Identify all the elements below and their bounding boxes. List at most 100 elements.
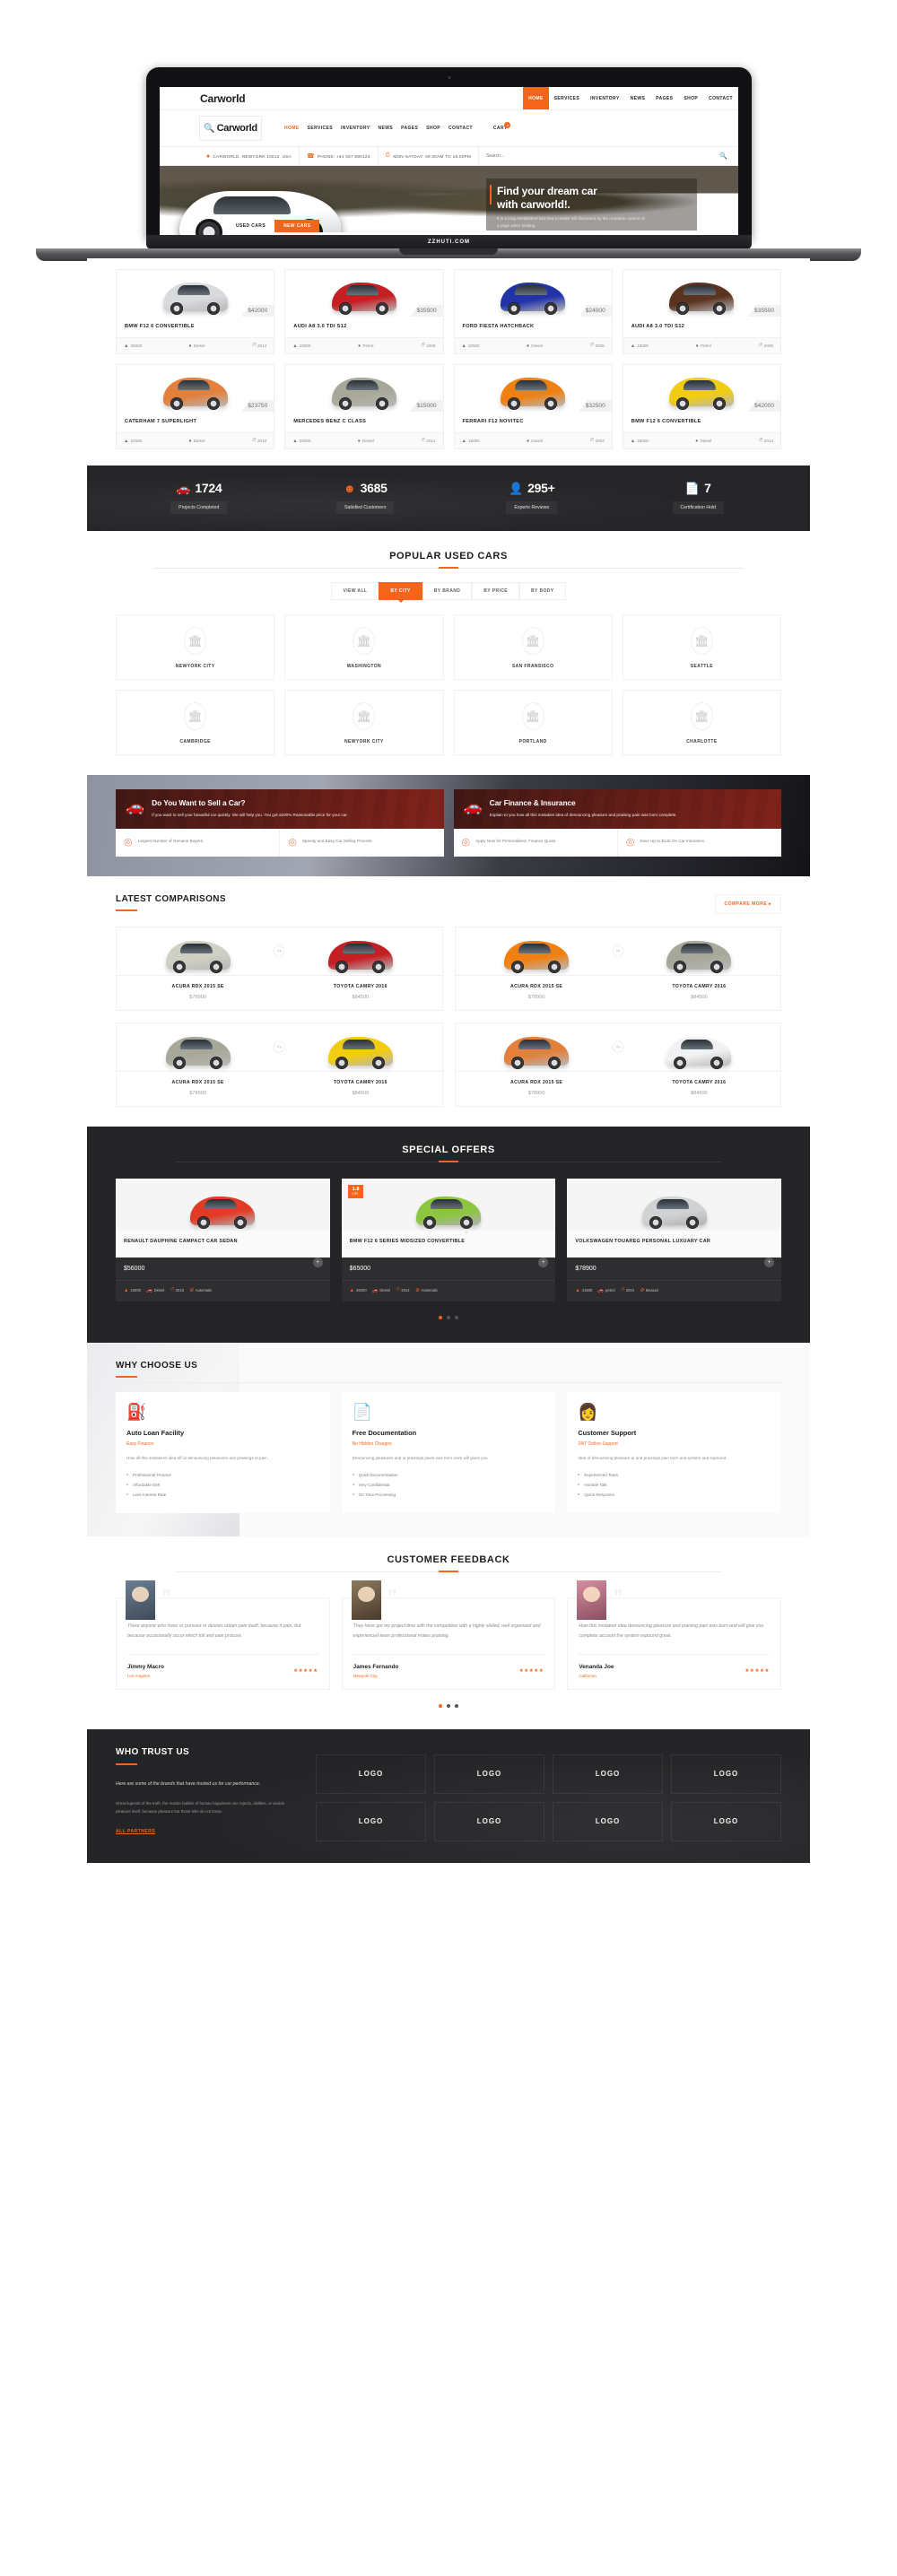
- comparison-card[interactable]: ACURA RDX 2015 SE $78900 Vs TOYOTA CAMRY…: [454, 1023, 781, 1108]
- offer-card[interactable]: RENAULT DAUPHINE CAMPACT CAR SEDAN + $56…: [116, 1179, 330, 1302]
- partner-logo[interactable]: LOGO: [316, 1801, 426, 1841]
- top-nav-item-news[interactable]: NEWS: [625, 87, 651, 109]
- offers-carousel-dots[interactable]: [116, 1316, 781, 1320]
- filter-by-city[interactable]: BY CITY: [379, 582, 422, 600]
- car-card[interactable]: $35500 AUDI A8 3.0 TDI S12 ▲ 18000 ● Petro…: [622, 269, 781, 354]
- filter-by-brand[interactable]: BY BRAND: [422, 582, 473, 600]
- calendar-icon: ⏱: [758, 343, 762, 348]
- wheel-front: [338, 397, 352, 410]
- search-icon[interactable]: 🔍: [719, 152, 727, 160]
- why-card-list: Experienced Team Humble Talk Quick Respons…: [578, 1470, 771, 1500]
- search-tabs[interactable]: USED CARS NEW CARS: [227, 220, 599, 232]
- header-search[interactable]: 🔍: [479, 147, 738, 165]
- offer-meta: ▲ 26000 🚗 Diesel ⏱ 2014 ⚙ Automatic: [342, 1281, 556, 1301]
- offer-card[interactable]: VOLKSWAGEN TOUAREG PERSONAL LUXUARY CAR …: [567, 1179, 781, 1302]
- car-year: ⏱ 2014: [420, 438, 436, 443]
- top-nav[interactable]: HOME SERVICES INVENTORY NEWS PAGES SHOP …: [523, 87, 738, 109]
- offer-title: RENAULT DAUPHINE CAMPACT CAR SEDAN: [116, 1231, 330, 1258]
- popular-filters[interactable]: VIEW ALL BY CITY BY BRAND BY PRICE BY BO…: [87, 582, 810, 600]
- compare-more-button[interactable]: COMPARE MORE ▸: [714, 894, 781, 915]
- popular-header: POPULAR USED CARS: [87, 531, 810, 569]
- car-card[interactable]: $42000 BMW F12 6 CONVERTIBLE ▲ 26000 ● Die…: [116, 269, 275, 354]
- partner-logo[interactable]: LOGO: [671, 1801, 781, 1841]
- site-logo[interactable]: 🔍 Carworld: [199, 116, 262, 141]
- car-card[interactable]: $24000 FORD FIESTA HATCHBACK ▲ 32500 ● Die…: [453, 269, 613, 354]
- who-trust-us-section: WHO TRUST US Here are some of the brands…: [87, 1728, 810, 1863]
- car-card[interactable]: $32500 FERRARI F12 NOVITEC ▲ 15000 ● Diese…: [453, 364, 613, 449]
- partner-logo[interactable]: LOGO: [553, 1801, 663, 1841]
- filter-by-price[interactable]: BY PRICE: [472, 582, 520, 600]
- address-item: ● CARWORLD, NEWYORK 10012, USA: [199, 147, 300, 165]
- car-card[interactable]: $15000 MERCEDES BENZ C CLASS ▲ 26000 ● Die…: [284, 364, 444, 449]
- carousel-dot[interactable]: [439, 1703, 442, 1708]
- search-input[interactable]: [486, 153, 541, 159]
- partner-logo[interactable]: LOGO: [671, 1754, 781, 1794]
- stat-top: 🚗 1724: [116, 481, 283, 495]
- carousel-dot[interactable]: [447, 1703, 450, 1708]
- offer-transmission: ⚙ Automatic: [414, 1287, 439, 1293]
- feedback-carousel-dots[interactable]: [116, 1703, 781, 1708]
- stat-label: Satisfied Customers: [336, 501, 395, 514]
- top-nav-item-home[interactable]: HOME: [523, 87, 549, 109]
- wheel-front: [335, 1057, 348, 1070]
- main-menu[interactable]: HOME SERVICES INVENTORY NEWS PAGES SHOP …: [284, 122, 511, 131]
- comparison-card[interactable]: ACURA RDX 2015 SE $78900 Vs TOYOTA CAMRY…: [116, 1023, 443, 1108]
- top-nav-item-contact[interactable]: CONTACT: [703, 87, 738, 109]
- promo-features: ◎ Largest Number of Genuine Buyers. ◎ Sp…: [116, 829, 444, 857]
- car-card[interactable]: $35500 AUDI A8 3.0 TDI S12 ▲ 18000 ● Petro…: [284, 269, 444, 354]
- city-card[interactable]: 🏛 NEWYORK CITY: [116, 614, 275, 680]
- comparison-card[interactable]: ACURA RDX 2015 SE $78900 Vs TOYOTA CAMRY…: [116, 927, 443, 1012]
- address-text: CARWORLD, NEWYORK 10012, USA: [213, 153, 292, 159]
- menu-item-home[interactable]: HOME: [284, 126, 300, 131]
- city-card[interactable]: 🏛 PORTLAND: [453, 690, 613, 755]
- city-name: NEWYORK CITY: [344, 739, 384, 744]
- filter-by-body[interactable]: BY BODY: [519, 582, 566, 600]
- menu-item-inventory[interactable]: INVENTORY: [341, 126, 370, 131]
- carousel-dot[interactable]: [439, 1316, 442, 1320]
- promo-card[interactable]: 🚗 Car Finance & Insurance Explain to you…: [453, 789, 781, 857]
- top-nav-item-inventory[interactable]: INVENTORY: [585, 87, 625, 109]
- city-card[interactable]: 🏛 SAN FRANSISCO: [453, 614, 613, 680]
- car-card[interactable]: $42000 BMW F12 6 CONVERTIBLE ▲ 26000 ● Die…: [622, 364, 781, 449]
- top-nav-item-services[interactable]: SERVICES: [549, 87, 585, 109]
- city-card[interactable]: 🏛 NEWYORK CITY: [284, 690, 444, 755]
- menu-item-services[interactable]: SERVICES: [308, 126, 333, 131]
- wheel-rear: [375, 302, 388, 315]
- top-nav-item-pages[interactable]: PAGES: [650, 87, 678, 109]
- promo-card[interactable]: 🚗 Do You Want to Sell a Car? If you want…: [116, 789, 444, 857]
- car-image: [617, 927, 780, 977]
- car-year: ⏱ 2002: [589, 438, 605, 443]
- menu-item-news[interactable]: NEWS: [379, 126, 394, 131]
- tab-new-cars[interactable]: NEW CARS: [274, 220, 320, 232]
- car-illustration: [165, 941, 231, 974]
- menu-item-shop[interactable]: SHOP: [426, 126, 440, 131]
- support-agent-icon: 👩: [578, 1403, 598, 1422]
- filter-view-all[interactable]: VIEW ALL: [331, 582, 379, 600]
- car-image: [279, 1023, 442, 1073]
- city-card[interactable]: 🏛 CAMBRIDGE: [116, 690, 275, 755]
- comparison-card[interactable]: ACURA RDX 2015 SE $78900 Vs TOYOTA CAMRY…: [454, 927, 781, 1012]
- city-card[interactable]: 🏛 SEATTLE: [622, 614, 781, 680]
- partner-logo[interactable]: LOGO: [316, 1754, 426, 1794]
- menu-item-contact[interactable]: CONTACT: [448, 126, 473, 131]
- offer-card[interactable]: 1.8 LTR BMW F12 6 SERIES MIDSIZED CONVERT…: [341, 1179, 556, 1302]
- why-card: ⛽ Auto Loan Facility Easy Finance How al…: [116, 1392, 330, 1513]
- all-partners-link[interactable]: ALL PARTNERS: [116, 1829, 155, 1834]
- cart-button[interactable]: CART 0: [493, 122, 511, 131]
- partner-logo[interactable]: LOGO: [434, 1801, 544, 1841]
- carousel-dot[interactable]: [455, 1703, 458, 1708]
- car-fuel: ● Petrol: [695, 343, 711, 349]
- car-card[interactable]: $23750 CATERHAM 7 SUPERLIGHT ▲ 32500 ● Die…: [116, 364, 275, 449]
- carousel-dot[interactable]: [447, 1316, 450, 1320]
- carousel-dot[interactable]: [455, 1316, 458, 1320]
- menu-item-pages[interactable]: PAGES: [401, 126, 418, 131]
- wheel-rear: [713, 397, 727, 410]
- wheel-front: [649, 1216, 662, 1230]
- road-icon: ▲: [292, 438, 298, 444]
- city-card[interactable]: 🏛 CHARLOTTE: [622, 690, 781, 755]
- partner-logo[interactable]: LOGO: [434, 1754, 544, 1794]
- tab-used-cars[interactable]: USED CARS: [227, 220, 275, 232]
- city-card[interactable]: 🏛 WASHINGTON: [284, 614, 444, 680]
- partner-logo[interactable]: LOGO: [553, 1754, 663, 1794]
- top-nav-item-shop[interactable]: SHOP: [678, 87, 703, 109]
